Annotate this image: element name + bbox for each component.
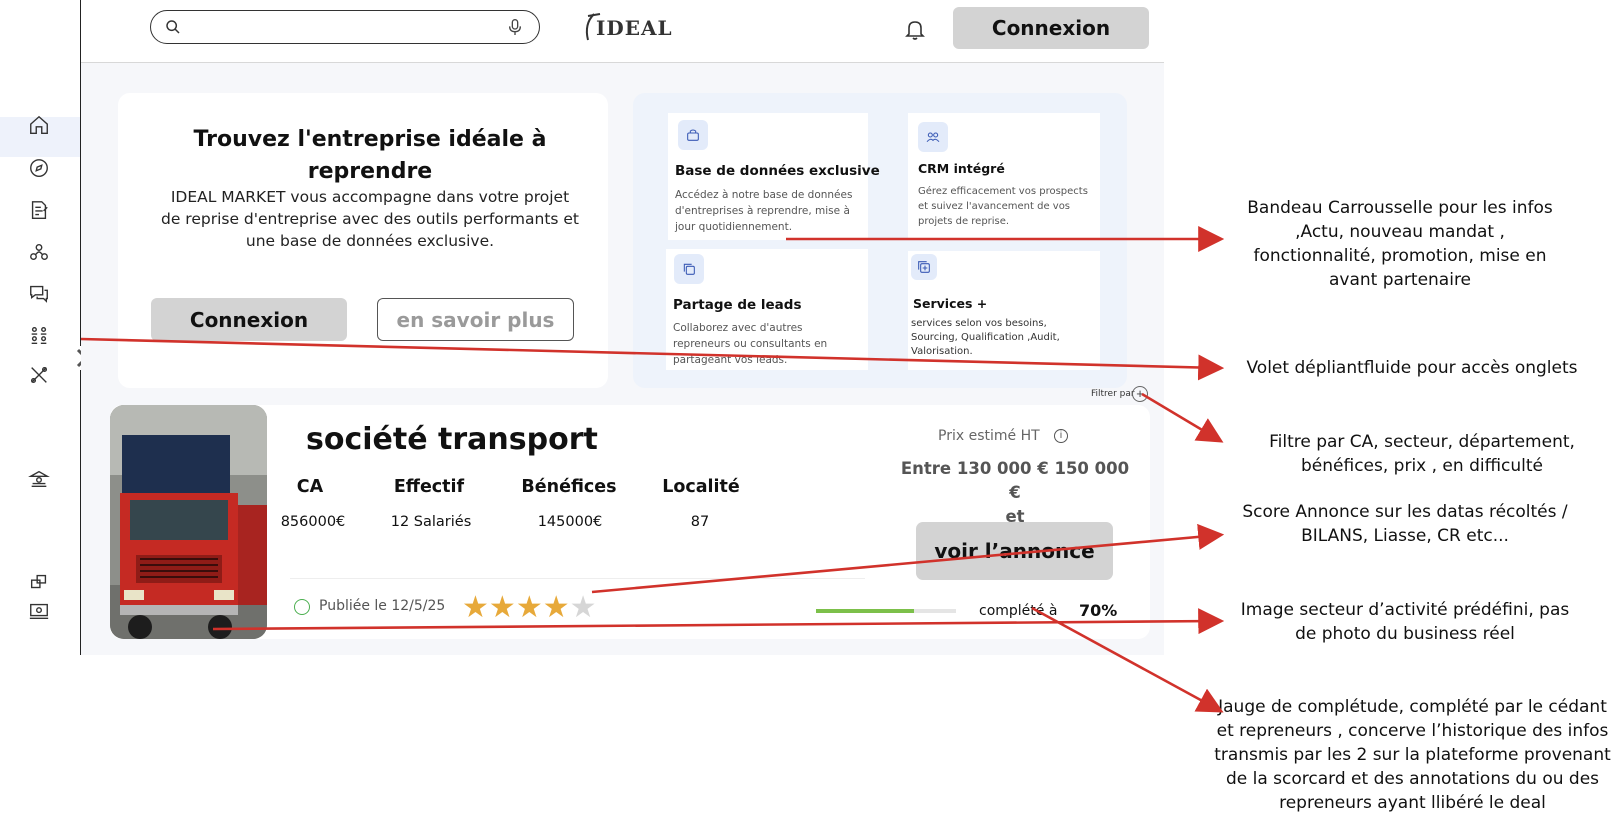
database-icon (678, 120, 708, 150)
search-icon (166, 20, 180, 34)
feature-desc: Gérez efficacement vos prospects et suiv… (918, 186, 1088, 227)
feature-title: Partage de leads (673, 297, 802, 313)
price-range: Entre 130 000 € 150 000 € et (895, 457, 1135, 529)
annotation-line: Jauge de complétude, complété par le céd… (1218, 697, 1607, 717)
hero-subtitle: IDEAL MARKET vous accompagne dans votre … (160, 188, 580, 250)
document-edit-icon[interactable] (26, 197, 52, 223)
listing-title[interactable]: société transport (306, 422, 598, 457)
column-header-localite: Localité (662, 477, 740, 497)
annotation-sidebar: Volet dépliantfluide pour accès onglets (1222, 356, 1602, 380)
feature-desc: services selon vos besoins, Sourcing, Qu… (911, 318, 1060, 357)
value-benefices: 145000€ (537, 514, 603, 530)
published-date: Publiée le 12/5/25 (319, 598, 446, 614)
ideal-logo[interactable]: IDEAL (580, 10, 680, 50)
tools-icon[interactable] (26, 362, 52, 388)
bank-icon[interactable] (26, 466, 52, 492)
microphone-icon[interactable] (507, 18, 523, 36)
star-icon: ★ (488, 591, 516, 624)
plus-square-icon (911, 254, 937, 280)
feature-desc: Collaborez avec d'autres repreneurs ou c… (673, 322, 828, 365)
info-icon[interactable]: i (1054, 429, 1068, 443)
compass-icon[interactable] (26, 155, 52, 181)
annotation-line: Volet dépliantfluide pour accès onglets (1246, 358, 1578, 378)
annotation-line: repreneurs ayant llibéré le deal (1279, 793, 1546, 813)
annotation-line: Bandeau Carrousselle pour les infos (1247, 198, 1553, 218)
team-icon[interactable] (26, 322, 52, 348)
completion-label: complété à (979, 603, 1058, 619)
filter-add-icon[interactable]: + (1132, 386, 1148, 402)
annotation-gauge: Jauge de complétude, complété par le céd… (1210, 695, 1615, 815)
annotation-line: ,Actu, nouveau mandat , (1295, 222, 1505, 242)
network-icon[interactable] (26, 239, 52, 265)
listing-divider (290, 578, 865, 579)
feature-desc: Accédez à notre base de données d'entrep… (675, 189, 853, 233)
users-icon (918, 122, 948, 152)
home-icon[interactable] (26, 112, 52, 138)
star-icon: ★ (542, 591, 570, 624)
value-localite: 87 (690, 514, 710, 530)
star-icon: ★ (515, 591, 543, 624)
filter-label: Filtrer par (1091, 389, 1135, 399)
annotation-line: Score Annonce sur les datas récoltés / (1242, 502, 1568, 522)
value-effectif: 12 Salariés (390, 514, 472, 530)
column-header-effectif: Effectif (393, 477, 465, 497)
hero-title: Trouvez l'entreprise idéale à reprendre (193, 127, 547, 184)
annotation-line: Image secteur d’activité prédéfini, pas (1240, 600, 1570, 620)
feature-title: CRM intégré (918, 161, 1005, 176)
chat-icon[interactable] (26, 280, 52, 306)
annotation-line: fonctionnalité, promotion, mise en (1253, 246, 1547, 266)
star-icon: ★ (462, 591, 489, 624)
annotation-line: transmis par les 2 sur la plateforme pro… (1214, 745, 1611, 765)
copy-icon (674, 254, 704, 284)
annotation-line: bénéfices, prix , en difficulté (1301, 456, 1543, 476)
clock-icon (294, 599, 310, 615)
search-input[interactable] (191, 15, 495, 41)
learn-more-button[interactable]: en savoir plus (377, 298, 574, 341)
logo-text: IDEAL (596, 16, 673, 40)
rating-stars: ★★★★★ (462, 590, 597, 625)
annotation-carousel: Bandeau Carrousselle pour les infos ,Act… (1215, 196, 1585, 292)
annotation-score: Score Annonce sur les datas récoltés / B… (1215, 500, 1595, 548)
completion-value: 70% (1079, 601, 1118, 620)
column-header-benefices: Bénéfices (521, 477, 617, 497)
price-label: Prix estimé HT (938, 428, 1040, 444)
annotation-line: et repreneurs , concerve l’historique de… (1216, 721, 1609, 741)
annotation-image: Image secteur d’activité prédéfini, pas … (1215, 598, 1595, 646)
settings-screen-icon[interactable] (26, 598, 52, 624)
star-icon: ★ (569, 591, 597, 624)
feature-title: Base de données exclusive (675, 163, 880, 179)
completion-gauge-fill (816, 609, 914, 613)
annotation-filter: Filtre par CA, secteur, département, bén… (1232, 430, 1612, 478)
shortcut-icon[interactable] (26, 569, 52, 595)
header-connexion-button[interactable]: Connexion (953, 7, 1149, 49)
annotation-line: BILANS, Liasse, CR etc... (1301, 526, 1509, 546)
annotation-line: de photo du business réel (1295, 624, 1515, 644)
feature-title: Services + (913, 296, 988, 311)
notification-bell-icon[interactable] (903, 17, 927, 41)
hero-connexion-button[interactable]: Connexion (151, 298, 347, 341)
annotation-line: Filtre par CA, secteur, département, (1269, 432, 1575, 452)
view-listing-button[interactable]: voir l’annonce (916, 522, 1113, 580)
search-bar[interactable] (150, 10, 540, 44)
annotation-line: de la scorcard et des annotations du ou … (1225, 769, 1600, 789)
completion-gauge (816, 609, 956, 613)
price-range-line1: Entre 130 000 € 150 000 € (900, 459, 1130, 502)
annotation-line: avant partenaire (1328, 270, 1472, 290)
